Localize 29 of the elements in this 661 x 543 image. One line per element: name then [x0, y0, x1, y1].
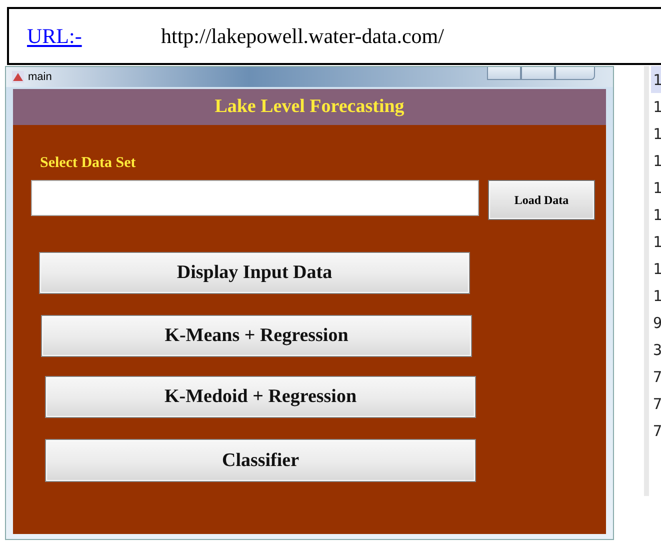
list-item[interactable]: 1 — [651, 120, 661, 147]
list-item[interactable]: 1 — [651, 255, 661, 282]
list-item[interactable]: 7 — [651, 363, 661, 390]
app-header: Lake Level Forecasting — [13, 89, 606, 125]
data-set-field[interactable] — [31, 180, 479, 216]
url-text: http://lakepowell.water-data.com/ — [161, 24, 444, 48]
list-item[interactable]: 1 — [651, 201, 661, 228]
app-icon — [12, 71, 24, 83]
action-button[interactable]: K-Medoid + Regression — [45, 376, 476, 418]
load-data-button[interactable]: Load Data — [488, 180, 595, 220]
url-link[interactable]: URL:- — [27, 24, 161, 48]
action-button[interactable]: K-Means + Regression — [41, 315, 472, 357]
list-item[interactable]: 3 — [651, 336, 661, 363]
action-button[interactable]: Classifier — [45, 439, 476, 482]
close-button[interactable] — [555, 67, 595, 80]
list-item[interactable]: 1 — [651, 147, 661, 174]
list-item[interactable]: 7 — [651, 390, 661, 417]
list-item[interactable]: 1 — [651, 93, 661, 120]
minimize-button[interactable] — [487, 67, 521, 80]
list-item[interactable]: 1 — [651, 282, 661, 309]
list-item[interactable]: 1 — [651, 174, 661, 201]
action-button[interactable]: Display Input Data — [39, 252, 470, 294]
window-title: main — [28, 71, 52, 83]
list-item[interactable]: 9 — [651, 309, 661, 336]
list-item[interactable]: 1 — [651, 66, 661, 93]
list-item[interactable]: 1 — [651, 228, 661, 255]
select-label: Select Data Set — [40, 155, 136, 172]
maximize-button[interactable] — [521, 67, 555, 80]
list-item[interactable]: 7 — [651, 417, 661, 444]
